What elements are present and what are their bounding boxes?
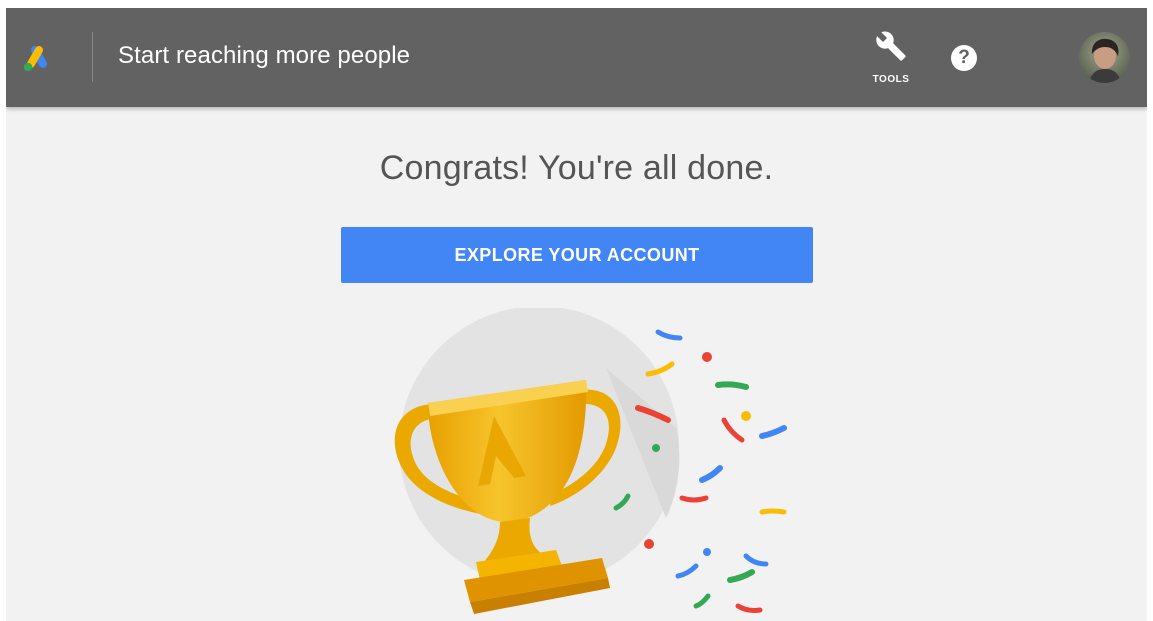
app-window: Start reaching more people TOOLS ? Congr…: [6, 8, 1147, 621]
user-avatar-icon: [1079, 32, 1130, 83]
explore-account-button[interactable]: EXPLORE YOUR ACCOUNT: [341, 227, 813, 283]
wrench-icon: [876, 31, 906, 61]
trophy-confetti-illustration: [394, 308, 787, 614]
page-title: Start reaching more people: [118, 42, 411, 69]
avatar[interactable]: [1079, 32, 1130, 83]
success-heading: Congrats! You're all done.: [379, 149, 774, 187]
top-app-bar: Start reaching more people TOOLS ?: [6, 8, 1147, 107]
tools-label: TOOLS: [872, 74, 910, 85]
header-divider: [92, 32, 93, 82]
google-ads-logo-icon[interactable]: [22, 43, 52, 73]
help-button[interactable]: ?: [951, 45, 977, 71]
tools-button[interactable]: TOOLS: [869, 30, 913, 88]
help-icon: ?: [958, 47, 970, 68]
